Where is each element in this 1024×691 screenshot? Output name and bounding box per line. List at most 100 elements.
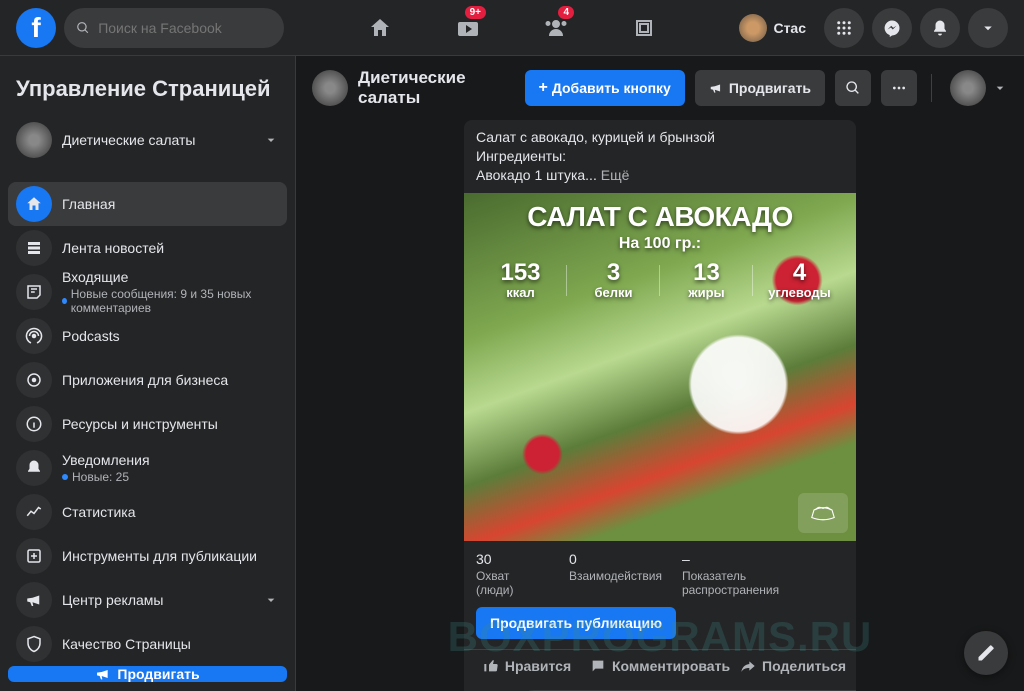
gaming-icon — [632, 16, 656, 40]
megaphone-icon — [25, 591, 43, 609]
sidebar-item-label: Главная — [62, 196, 279, 212]
compose-fab[interactable] — [964, 631, 1008, 675]
page-selector[interactable]: Диетические салаты — [8, 114, 287, 166]
podcast-icon — [25, 327, 43, 345]
home-icon — [25, 195, 43, 213]
post-card: Салат с авокадо, курицей и брынзой Ингре… — [464, 120, 856, 691]
sidebar-item-label: Входящие — [62, 269, 279, 285]
bell-icon — [931, 19, 949, 37]
sidebar-promote-button[interactable]: Продвигать — [8, 666, 287, 682]
groups-icon — [544, 16, 568, 40]
sidebar-item-label: Уведомления — [62, 452, 279, 468]
chart-icon — [25, 503, 43, 521]
sidebar-item-sub: Новые: 25 — [72, 470, 129, 484]
comment-button[interactable]: Комментировать — [590, 650, 730, 682]
stat-value: 30 — [476, 551, 549, 567]
header-page-avatar[interactable] — [950, 70, 986, 106]
stat-label: Взаимодействия — [569, 569, 662, 583]
nutrition-value: 153 — [474, 261, 567, 285]
chevron-down-icon — [979, 19, 997, 37]
sidebar-item-business-apps[interactable]: Приложения для бизнеса — [8, 358, 287, 402]
messenger-icon — [883, 19, 901, 37]
profile-name: Стас — [773, 20, 806, 36]
notifications-button[interactable] — [920, 8, 960, 48]
feed-icon — [25, 239, 43, 257]
sidebar-item-publishing[interactable]: Инструменты для публикации — [8, 534, 287, 578]
post-stats: 30Охват (люди) 0Взаимодействия –Показате… — [464, 541, 856, 607]
megaphone-icon — [709, 81, 723, 95]
page-selector-name: Диетические салаты — [62, 132, 263, 148]
add-button-label: Добавить кнопку — [552, 80, 671, 96]
tab-gaming[interactable] — [604, 4, 684, 52]
post-actions: Нравится Комментировать Поделиться — [464, 649, 856, 682]
tab-home[interactable] — [340, 4, 420, 52]
sidebar-item-label: Инструменты для публикации — [62, 548, 279, 564]
sidebar-item-ad-center[interactable]: Центр рекламы — [8, 578, 287, 622]
publish-icon — [25, 547, 43, 565]
comment-label: Комментировать — [612, 658, 730, 674]
header-search-button[interactable] — [835, 70, 871, 106]
chevron-down-icon[interactable] — [992, 80, 1008, 96]
apps-icon — [25, 371, 43, 389]
sidebar-title: Управление Страницей — [8, 68, 287, 114]
home-icon — [368, 16, 392, 40]
image-title: САЛАТ С АВОКАДО — [464, 201, 856, 233]
sidebar-item-sub: Новые сообщения: 9 и 35 новых комментари… — [71, 287, 279, 315]
tab-watch[interactable]: 9+ — [428, 4, 508, 52]
header-more-button[interactable] — [881, 70, 917, 106]
nav-right: Стас — [735, 8, 1008, 48]
search-input[interactable] — [98, 20, 272, 36]
like-button[interactable]: Нравится — [464, 650, 590, 682]
header-promote-button[interactable]: Продвигать — [695, 70, 825, 106]
post-line: Авокадо 1 штука... — [476, 167, 597, 183]
stat-value: – — [682, 551, 844, 567]
menu-button[interactable] — [824, 8, 864, 48]
messenger-button[interactable] — [872, 8, 912, 48]
post-text: Салат с авокадо, курицей и брынзой Ингре… — [464, 120, 856, 193]
edit-icon — [976, 643, 996, 663]
divider — [931, 74, 932, 102]
main-content: Диетические салаты +Добавить кнопку Прод… — [296, 56, 1024, 691]
share-label: Поделиться — [762, 658, 846, 674]
sidebar-item-home[interactable]: Главная — [8, 182, 287, 226]
megaphone-icon — [95, 666, 111, 682]
nutrition-label: жиры — [660, 285, 753, 300]
avatar — [739, 14, 767, 42]
shield-icon — [25, 635, 43, 653]
page-header-title: Диетические салаты — [358, 68, 515, 108]
add-button-button[interactable]: +Добавить кнопку — [525, 70, 685, 106]
boost-post-button[interactable]: Продвигать публикацию — [476, 607, 676, 639]
see-more-link[interactable]: Ещё — [601, 167, 630, 183]
search-icon — [845, 80, 861, 96]
profile-chip[interactable]: Стас — [735, 10, 816, 46]
share-icon — [740, 658, 756, 674]
sidebar-item-label: Статистика — [62, 504, 279, 520]
sidebar-item-inbox[interactable]: Входящие Новые сообщения: 9 и 35 новых ко… — [8, 270, 287, 314]
share-button[interactable]: Поделиться — [730, 650, 856, 682]
sidebar-item-notifications[interactable]: Уведомления Новые: 25 — [8, 446, 287, 490]
salad-logo-badge — [798, 493, 848, 533]
promote-label: Продвигать — [729, 80, 811, 96]
sidebar-item-label: Приложения для бизнеса — [62, 372, 279, 388]
sidebar-item-page-quality[interactable]: Качество Страницы — [8, 622, 287, 666]
nutrition-value: 3 — [567, 261, 660, 285]
unread-dot — [62, 298, 67, 304]
sidebar-item-newsfeed[interactable]: Лента новостей — [8, 226, 287, 270]
tab-groups[interactable]: 4 — [516, 4, 596, 52]
bell-icon — [25, 459, 43, 477]
inbox-icon — [25, 283, 43, 301]
sidebar-item-resources[interactable]: Ресурсы и инструменты — [8, 402, 287, 446]
watch-badge: 9+ — [465, 6, 486, 19]
promote-label: Продвигать — [117, 666, 199, 682]
sidebar-item-podcasts[interactable]: Podcasts — [8, 314, 287, 358]
search-box[interactable] — [64, 8, 284, 48]
image-overlay: САЛАТ С АВОКАДО На 100 гр.: 153ккал 3бел… — [464, 193, 856, 300]
page-header-avatar[interactable] — [312, 70, 348, 106]
info-icon — [25, 415, 43, 433]
facebook-logo[interactable]: f — [16, 8, 56, 48]
search-icon — [76, 20, 90, 36]
sidebar-item-insights[interactable]: Статистика — [8, 490, 287, 534]
account-button[interactable] — [968, 8, 1008, 48]
post-image[interactable]: САЛАТ С АВОКАДО На 100 гр.: 153ккал 3бел… — [464, 193, 856, 541]
sidebar-item-label: Лента новостей — [62, 240, 279, 256]
